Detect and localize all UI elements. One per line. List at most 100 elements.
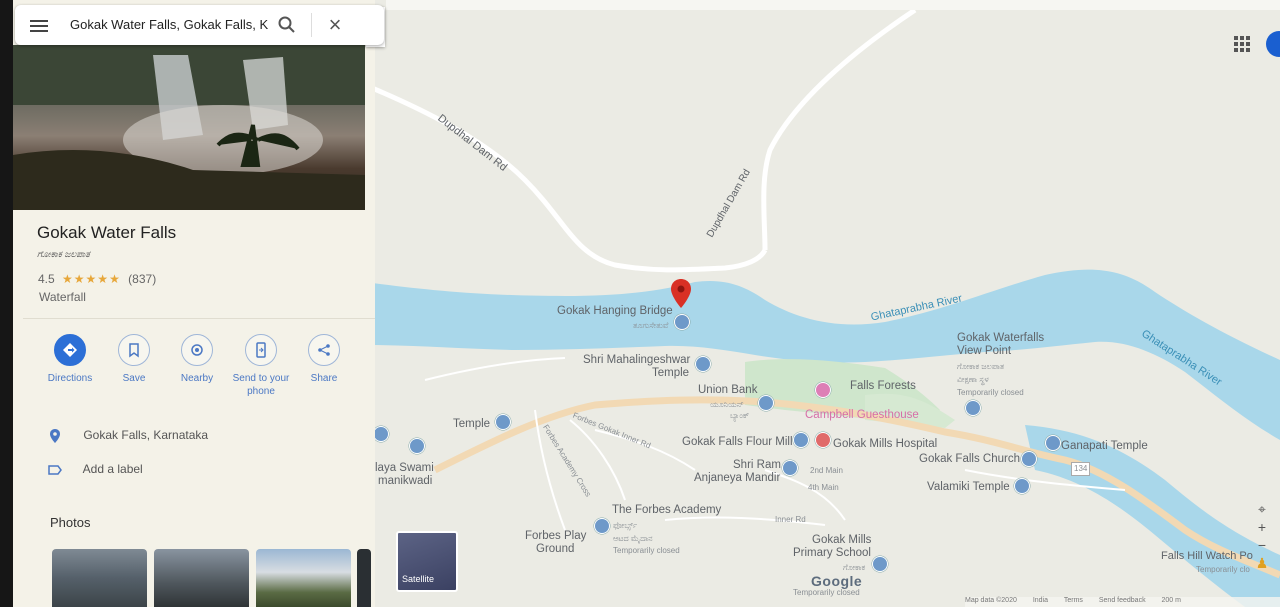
route-shield: 134: [1071, 462, 1091, 476]
park-pin-icon[interactable]: [594, 518, 610, 534]
place-label-swami[interactable]: laya Swami: [375, 462, 434, 474]
share-icon: [308, 334, 340, 366]
bookmark-icon: [118, 334, 150, 366]
place-hero-photo[interactable]: [13, 45, 365, 210]
local-road-7: [424, 357, 566, 381]
bridge-pin-icon[interactable]: [674, 314, 690, 330]
place-title: Gokak Water Falls: [37, 223, 177, 242]
nearby-button[interactable]: Nearby: [165, 334, 229, 385]
divider: [23, 318, 375, 319]
terms-link[interactable]: Terms: [1064, 597, 1083, 604]
place-label-temple[interactable]: Temple: [453, 418, 490, 430]
map-canvas[interactable]: Dupdhal Dam Rd Dupdhal Dam Rd Ghataprabh…: [365, 0, 1280, 607]
temple-pin-icon[interactable]: [782, 460, 798, 476]
place-label-viewpoint-kn: ಗೋಕಾಕ ಜಲಪಾತ: [957, 362, 1005, 371]
mill-pin-icon[interactable]: [793, 432, 809, 448]
dupdhal-road-2: [761, 7, 917, 251]
place-label-forbes-play-kn: ಫೋರ್ಬ್ಸ್: [613, 521, 638, 530]
top-bar-edge: [386, 0, 1280, 10]
close-icon[interactable]: ×: [323, 13, 347, 37]
apps-grid-icon[interactable]: [1234, 36, 1250, 52]
map-footer: Map data ©2020 India Terms Send feedback…: [965, 597, 1280, 607]
photo-thumbnail[interactable]: [256, 549, 351, 607]
place-label-hill-watch-kn: Temporarily clo: [1196, 565, 1250, 574]
place-label-valamiki[interactable]: Valamiki Temple: [927, 481, 1010, 493]
photos-heading: Photos: [50, 515, 91, 530]
forest-pin-icon[interactable]: [815, 382, 831, 398]
hospital-pin-icon[interactable]: [815, 432, 831, 448]
scale-label: 200 m: [1161, 597, 1181, 604]
place-label-forbes-academy[interactable]: The Forbes Academy: [612, 504, 721, 516]
temple-pin-icon[interactable]: [1014, 478, 1030, 494]
zoom-out-button[interactable]: −: [1252, 536, 1272, 554]
add-label-row[interactable]: Add a label: [48, 462, 143, 477]
search-icon[interactable]: [277, 15, 297, 35]
search-input[interactable]: Gokak Water Falls, Gokak Falls, K: [70, 17, 270, 32]
place-label-bridge[interactable]: Gokak Hanging Bridge: [557, 305, 673, 317]
location-pin-icon: [48, 428, 62, 443]
pegman-icon[interactable]: ♟: [1252, 554, 1272, 572]
place-label-hospital[interactable]: Gokak Mills Hospital: [833, 438, 937, 450]
search-box[interactable]: Gokak Water Falls, Gokak Falls, K ×: [15, 5, 384, 45]
temple-pin-icon[interactable]: [495, 414, 511, 430]
place-label-temp-closed: Temporarily closed: [957, 388, 1024, 397]
place-label-hill-watch[interactable]: Falls Hill Watch Po: [1161, 550, 1253, 562]
zoom-in-button[interactable]: +: [1252, 518, 1272, 536]
map-data-credit: Map data ©2020: [965, 597, 1017, 604]
temple-pin-icon[interactable]: [695, 356, 711, 372]
place-label-bridge-kn: ತೂಗುಸೇತುವೆ: [633, 321, 669, 330]
location-icon[interactable]: ⌖: [1252, 500, 1272, 518]
satellite-toggle[interactable]: Satellite: [396, 531, 458, 592]
map-pin-icon: [671, 279, 691, 308]
nearby-icon: [181, 334, 213, 366]
road-label: 2nd Main: [810, 466, 843, 475]
directions-icon: [54, 334, 86, 366]
share-button[interactable]: Share: [292, 334, 356, 385]
google-logo: Google: [811, 573, 863, 589]
place-label-church[interactable]: Gokak Falls Church: [919, 453, 1020, 465]
temple-pin-icon[interactable]: [1045, 435, 1061, 451]
place-label-viewpoint[interactable]: Gokak Waterfalls: [957, 332, 1044, 344]
road-label: 4th Main: [808, 483, 839, 492]
country-link[interactable]: India: [1033, 597, 1048, 604]
place-label-ganapati[interactable]: Ganapati Temple: [1061, 440, 1148, 452]
review-count[interactable]: (837): [128, 272, 156, 286]
road-label: Inner Rd: [775, 515, 806, 524]
place-label-mahalingeshwar[interactable]: Shri Mahalingeshwar: [583, 354, 690, 366]
place-label-forbes-play[interactable]: Forbes Play: [525, 530, 586, 542]
place-label-falls-forests[interactable]: Falls Forests: [850, 380, 916, 392]
nearby-label: Nearby: [180, 373, 214, 384]
send-to-phone-button[interactable]: Send to your phone: [229, 334, 293, 398]
selected-place-marker[interactable]: [670, 279, 692, 309]
place-rating[interactable]: 4.5 ★★★★★ (837): [38, 272, 156, 286]
place-label-campbell[interactable]: Campbell Guesthouse: [805, 409, 919, 421]
bank-pin-icon[interactable]: [758, 395, 774, 411]
place-label-viewpoint-kn-2: ವೀಕ್ಷಣಾ ಸ್ಥಳ: [957, 375, 989, 384]
place-label-union-bank[interactable]: Union Bank: [698, 384, 757, 396]
satellite-label: Satellite: [402, 574, 435, 584]
address-row[interactable]: Gokak Falls, Karnataka: [48, 428, 208, 443]
place-label-flour-mill[interactable]: Gokak Falls Flour Mill: [682, 436, 793, 448]
temple-pin-icon[interactable]: [409, 438, 425, 454]
temple-pin-icon[interactable]: [373, 426, 389, 442]
place-category[interactable]: Waterfall: [39, 290, 86, 304]
place-label-mills-school[interactable]: Gokak Mills: [812, 534, 871, 546]
feedback-link[interactable]: Send feedback: [1099, 597, 1146, 604]
viewpoint-pin-icon[interactable]: [965, 400, 981, 416]
church-pin-icon[interactable]: [1021, 451, 1037, 467]
map-graphics: [365, 7, 1280, 607]
place-label-viewpoint-2: View Point: [957, 345, 1012, 357]
address-text: Gokak Falls, Karnataka: [83, 428, 209, 442]
photo-thumbnail[interactable]: [154, 549, 249, 607]
add-label-text: Add a label: [82, 462, 143, 476]
place-label-temp-closed: Temporarily closed: [613, 546, 680, 555]
directions-button[interactable]: Directions: [38, 334, 102, 385]
save-button[interactable]: Save: [102, 334, 166, 385]
photo-thumbnail[interactable]: [357, 549, 371, 607]
star-rating-icon: ★★★★★: [62, 272, 121, 286]
school-pin-icon[interactable]: [872, 556, 888, 572]
share-label: Share: [310, 373, 338, 384]
photo-thumbnail[interactable]: [52, 549, 147, 607]
place-label-shri-ram[interactable]: Shri Ram: [733, 459, 781, 471]
menu-icon[interactable]: [30, 17, 48, 33]
